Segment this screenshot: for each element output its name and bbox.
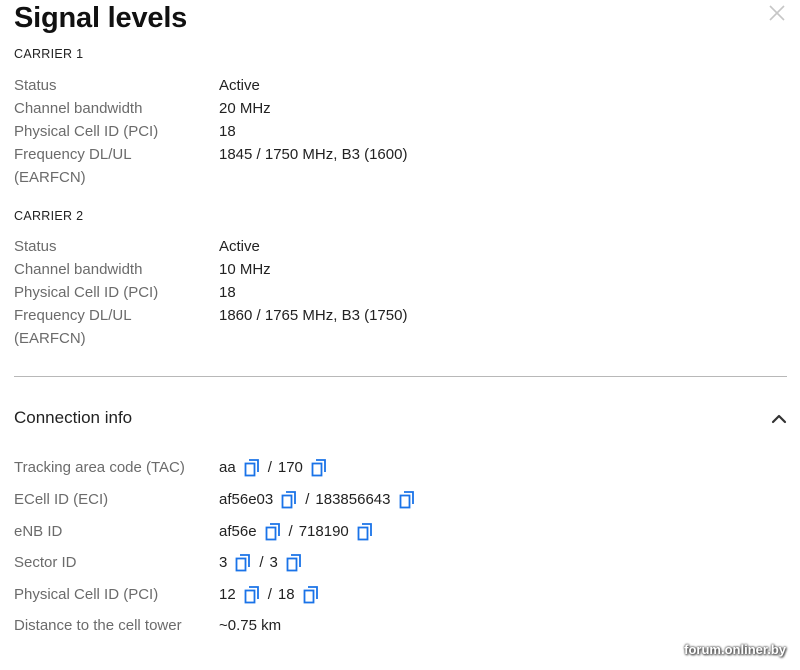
enb-dec: 718190 [298, 523, 349, 540]
pci-label: Physical Cell ID (PCI) [14, 123, 159, 140]
distance-value: ~0.75 km [219, 617, 282, 634]
copy-icon[interactable] [235, 553, 251, 572]
value-separator: / [288, 523, 293, 540]
carrier-1-heading: CARRIER 1 [14, 47, 84, 61]
close-icon[interactable] [766, 2, 788, 24]
section-divider [14, 376, 787, 377]
status-label: Status [14, 238, 57, 255]
sector-value: 3 / 3 [219, 551, 308, 574]
copy-icon[interactable] [244, 458, 260, 477]
copy-icon[interactable] [244, 585, 260, 604]
connection-info-header[interactable]: Connection info [14, 406, 788, 432]
pci-value: 12 / 18 [219, 583, 325, 606]
copy-icon[interactable] [265, 522, 281, 541]
frequency-label: Frequency DL/UL (EARFCN) [14, 304, 204, 350]
copy-icon[interactable] [399, 490, 415, 509]
value-separator: / [305, 491, 310, 508]
pci-dec: 18 [277, 586, 295, 603]
page-title: Signal levels [14, 2, 188, 34]
pci-label: Physical Cell ID (PCI) [14, 586, 159, 603]
enb-hex: af56e [219, 523, 257, 540]
enb-label: eNB ID [14, 523, 63, 540]
copy-icon[interactable] [281, 490, 297, 509]
connection-info-title: Connection info [14, 408, 133, 427]
bandwidth-label: Channel bandwidth [14, 100, 143, 117]
copy-icon[interactable] [286, 553, 302, 572]
pci-label: Physical Cell ID (PCI) [14, 284, 159, 301]
tac-value: aa / 170 [219, 456, 333, 479]
distance-label: Distance to the cell tower [14, 617, 182, 634]
eci-label: ECell ID (ECI) [14, 491, 109, 508]
bandwidth-value: 20 MHz [219, 100, 271, 117]
tac-hex: aa [219, 459, 236, 476]
frequency-label-line1: Frequency DL/UL [14, 307, 132, 324]
value-separator: / [259, 554, 264, 571]
sector-hex: 3 [219, 554, 228, 571]
watermark: forum.onliner.by [684, 642, 786, 657]
frequency-value: 1860 / 1765 MHz, B3 (1750) [219, 307, 408, 324]
eci-hex: af56e03 [219, 491, 274, 508]
sector-label: Sector ID [14, 554, 77, 571]
status-value: Active [219, 238, 260, 255]
sector-dec: 3 [269, 554, 278, 571]
status-label: Status [14, 77, 57, 94]
carrier-2-heading: CARRIER 2 [14, 209, 84, 223]
eci-dec: 183856643 [315, 491, 391, 508]
pci-value: 18 [219, 284, 236, 301]
bandwidth-value: 10 MHz [219, 261, 271, 278]
eci-value: af56e03 / 183856643 [219, 488, 421, 511]
status-value: Active [219, 77, 260, 94]
bandwidth-label: Channel bandwidth [14, 261, 143, 278]
pci-hex: 12 [219, 586, 236, 603]
tac-dec: 170 [277, 459, 303, 476]
enb-value: af56e / 718190 [219, 520, 379, 543]
frequency-label-line2: (EARFCN) [14, 169, 86, 186]
frequency-label-line1: Frequency DL/UL [14, 146, 132, 163]
frequency-label-line2: (EARFCN) [14, 330, 86, 347]
copy-icon[interactable] [311, 458, 327, 477]
chevron-up-icon[interactable] [770, 410, 788, 428]
copy-icon[interactable] [357, 522, 373, 541]
copy-icon[interactable] [303, 585, 319, 604]
frequency-value: 1845 / 1750 MHz, B3 (1600) [219, 146, 408, 163]
signal-levels-panel: Signal levels CARRIER 1 Status Active Ch… [0, 0, 800, 670]
tac-label: Tracking area code (TAC) [14, 459, 185, 476]
value-separator: / [267, 586, 272, 603]
pci-value: 18 [219, 123, 236, 140]
value-separator: / [267, 459, 272, 476]
frequency-label: Frequency DL/UL (EARFCN) [14, 143, 204, 189]
